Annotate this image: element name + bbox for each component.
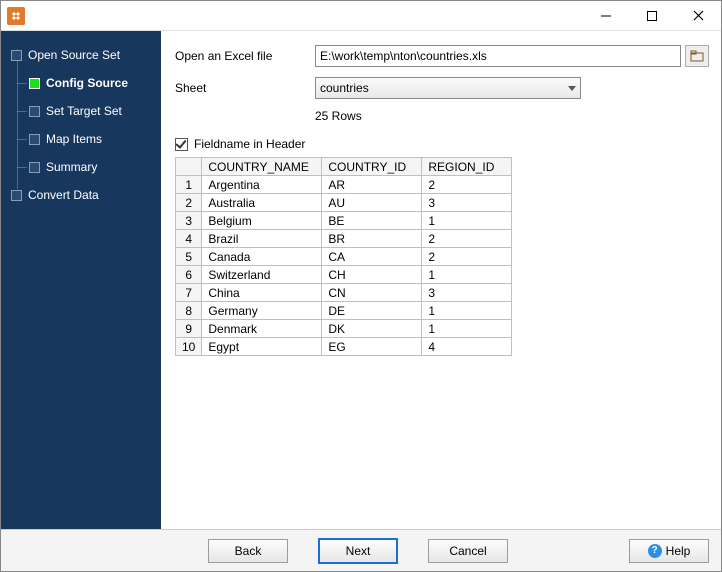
column-header[interactable]: COUNTRY_NAME xyxy=(202,158,322,176)
cell[interactable]: AU xyxy=(322,194,422,212)
row-number: 9 xyxy=(176,320,202,338)
preview-table: COUNTRY_NAME COUNTRY_ID REGION_ID 1Argen… xyxy=(175,157,512,356)
step-indicator-icon xyxy=(29,162,40,173)
cell[interactable]: 2 xyxy=(422,248,512,266)
sidebar-item-label: Open Source Set xyxy=(28,48,120,62)
help-label: Help xyxy=(666,544,691,558)
sidebar-item-map-items[interactable]: Map Items xyxy=(29,125,161,153)
fieldname-label: Fieldname in Header xyxy=(194,137,305,151)
table-row[interactable]: 10EgyptEG4 xyxy=(176,338,512,356)
sheet-label: Sheet xyxy=(175,81,315,95)
table-row[interactable]: 9DenmarkDK1 xyxy=(176,320,512,338)
step-indicator-icon xyxy=(29,134,40,145)
row-number: 1 xyxy=(176,176,202,194)
cell[interactable]: 1 xyxy=(422,212,512,230)
row-number: 5 xyxy=(176,248,202,266)
table-row[interactable]: 3BelgiumBE1 xyxy=(176,212,512,230)
table-row[interactable]: 5CanadaCA2 xyxy=(176,248,512,266)
sidebar-item-open-source-set[interactable]: Open Source Set xyxy=(11,41,161,69)
sidebar-item-summary[interactable]: Summary xyxy=(29,153,161,181)
cell[interactable]: 2 xyxy=(422,176,512,194)
row-number: 10 xyxy=(176,338,202,356)
cell[interactable]: Brazil xyxy=(202,230,322,248)
sidebar-item-label: Set Target Set xyxy=(46,104,122,118)
help-button[interactable]: ? Help xyxy=(629,539,709,563)
table-row[interactable]: 7ChinaCN3 xyxy=(176,284,512,302)
row-number: 6 xyxy=(176,266,202,284)
table-row[interactable]: 8GermanyDE1 xyxy=(176,302,512,320)
cell[interactable]: 4 xyxy=(422,338,512,356)
cancel-button[interactable]: Cancel xyxy=(428,539,508,563)
row-number: 2 xyxy=(176,194,202,212)
cell[interactable]: Canada xyxy=(202,248,322,266)
sidebar-item-config-source[interactable]: Config Source xyxy=(29,69,161,97)
cell[interactable]: CA xyxy=(322,248,422,266)
step-indicator-icon xyxy=(29,78,40,89)
cell[interactable]: 1 xyxy=(422,320,512,338)
row-number: 3 xyxy=(176,212,202,230)
file-path-input[interactable] xyxy=(315,45,681,67)
table-row[interactable]: 1ArgentinaAR2 xyxy=(176,176,512,194)
open-file-label: Open an Excel file xyxy=(175,49,315,63)
cell[interactable]: CH xyxy=(322,266,422,284)
folder-open-icon xyxy=(690,50,704,62)
cell[interactable]: Switzerland xyxy=(202,266,322,284)
cell[interactable]: 3 xyxy=(422,194,512,212)
table-row[interactable]: 6SwitzerlandCH1 xyxy=(176,266,512,284)
browse-button[interactable] xyxy=(685,45,709,67)
cell[interactable]: 1 xyxy=(422,266,512,284)
sheet-select-value: countries xyxy=(320,81,369,95)
table-corner xyxy=(176,158,202,176)
row-number: 8 xyxy=(176,302,202,320)
wizard-sidebar: Open Source Set Config Source Set Target S… xyxy=(1,31,161,529)
cell[interactable]: Germany xyxy=(202,302,322,320)
cell[interactable]: Argentina xyxy=(202,176,322,194)
step-indicator-icon xyxy=(11,50,22,61)
sidebar-item-convert-data[interactable]: Convert Data xyxy=(11,181,161,209)
table-row[interactable]: 2AustraliaAU3 xyxy=(176,194,512,212)
cell[interactable]: DE xyxy=(322,302,422,320)
help-icon: ? xyxy=(648,544,662,558)
step-indicator-icon xyxy=(11,190,22,201)
app-icon xyxy=(7,7,25,25)
rows-count-label: 25 Rows xyxy=(315,109,709,123)
next-button[interactable]: Next xyxy=(318,538,398,564)
column-header[interactable]: COUNTRY_ID xyxy=(322,158,422,176)
titlebar xyxy=(1,1,721,31)
cell[interactable]: 3 xyxy=(422,284,512,302)
cell[interactable]: EG xyxy=(322,338,422,356)
cell[interactable]: 2 xyxy=(422,230,512,248)
cell[interactable]: BE xyxy=(322,212,422,230)
fieldname-checkbox[interactable] xyxy=(175,138,188,151)
sidebar-item-label: Config Source xyxy=(46,76,128,90)
minimize-button[interactable] xyxy=(583,1,629,31)
sidebar-item-label: Map Items xyxy=(46,132,102,146)
sidebar-item-label: Summary xyxy=(46,160,97,174)
cell[interactable]: 1 xyxy=(422,302,512,320)
cell[interactable]: Australia xyxy=(202,194,322,212)
cell[interactable]: Belgium xyxy=(202,212,322,230)
sidebar-item-label: Convert Data xyxy=(28,188,99,202)
maximize-button[interactable] xyxy=(629,1,675,31)
cell[interactable]: China xyxy=(202,284,322,302)
column-header[interactable]: REGION_ID xyxy=(422,158,512,176)
close-button[interactable] xyxy=(675,1,721,31)
cell[interactable]: AR xyxy=(322,176,422,194)
row-number: 4 xyxy=(176,230,202,248)
cell[interactable]: CN xyxy=(322,284,422,302)
step-indicator-icon xyxy=(29,106,40,117)
cell[interactable]: DK xyxy=(322,320,422,338)
button-bar: Back Next Cancel ? Help xyxy=(1,529,721,571)
table-row[interactable]: 4BrazilBR2 xyxy=(176,230,512,248)
cell[interactable]: BR xyxy=(322,230,422,248)
row-number: 7 xyxy=(176,284,202,302)
sheet-select[interactable]: countries xyxy=(315,77,581,99)
cell[interactable]: Egypt xyxy=(202,338,322,356)
sidebar-item-set-target-set[interactable]: Set Target Set xyxy=(29,97,161,125)
chevron-down-icon xyxy=(568,86,576,91)
back-button[interactable]: Back xyxy=(208,539,288,563)
content-pane: Open an Excel file Sheet countries 25 Ro… xyxy=(161,31,721,529)
cell[interactable]: Denmark xyxy=(202,320,322,338)
